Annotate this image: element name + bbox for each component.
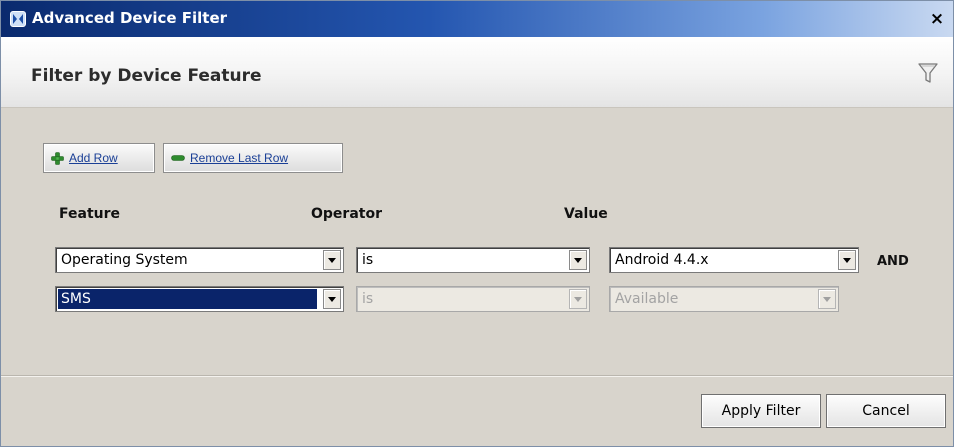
app-icon [10,11,26,27]
column-header-operator: Operator [311,206,382,222]
feature-select-row-2[interactable]: SMS [55,286,344,312]
remove-last-row-button[interactable]: Remove Last Row [163,143,343,173]
value-select-row-2: Available [609,286,839,312]
plus-icon [51,151,64,165]
selection-highlight [58,289,317,309]
chevron-down-icon[interactable] [323,289,341,309]
title-bar[interactable]: Advanced Device Filter × [1,1,953,37]
feature-select-value: SMS [61,291,91,307]
header-band: Filter by Device Feature [1,37,953,108]
operator-select-row-1[interactable]: is [356,247,590,273]
value-select-row-1[interactable]: Android 4.4.x [609,247,859,273]
cancel-button[interactable]: Cancel [826,394,946,428]
column-header-value: Value [564,206,608,222]
operator-select-row-2: is [356,286,590,312]
operator-select-value: is [362,252,374,268]
close-button[interactable]: × [927,9,947,29]
chevron-down-icon [818,289,836,309]
row-conjunction-label: AND [877,254,909,269]
add-row-button[interactable]: Add Row [43,143,155,173]
value-select-value: Android 4.4.x [615,252,709,268]
advanced-device-filter-dialog: Advanced Device Filter × Filter by Devic… [0,0,954,447]
chevron-down-icon[interactable] [323,250,341,270]
column-header-feature: Feature [59,206,120,222]
apply-filter-button[interactable]: Apply Filter [701,394,821,428]
operator-select-value: is [362,291,374,307]
footer-divider [1,375,953,377]
chevron-down-icon [569,289,587,309]
feature-select-row-1[interactable]: Operating System [55,247,344,273]
chevron-down-icon[interactable] [838,250,856,270]
minus-icon [171,155,185,161]
add-row-label: Add Row [69,151,118,165]
chevron-down-icon[interactable] [569,250,587,270]
remove-last-row-label: Remove Last Row [190,151,289,165]
funnel-icon [918,63,938,83]
value-select-value: Available [615,291,679,307]
page-title: Filter by Device Feature [31,66,262,86]
window-title: Advanced Device Filter [32,9,228,27]
feature-select-value: Operating System [61,252,188,268]
